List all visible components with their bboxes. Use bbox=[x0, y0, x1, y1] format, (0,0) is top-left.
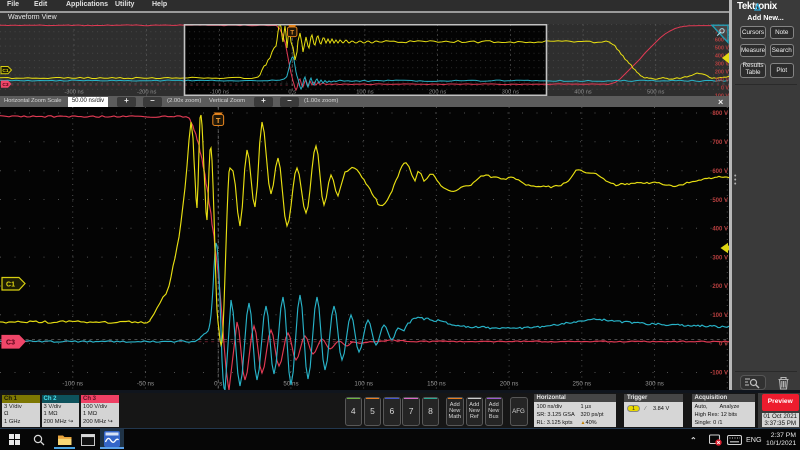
svg-text:500 V: 500 V bbox=[715, 46, 729, 52]
svg-text:600 V: 600 V bbox=[712, 169, 728, 175]
svg-text:500 ns: 500 ns bbox=[647, 90, 665, 96]
svg-text:100 ns: 100 ns bbox=[354, 381, 373, 388]
svg-text:200 V: 200 V bbox=[715, 70, 729, 76]
svg-text:500 V: 500 V bbox=[712, 198, 728, 204]
svg-text:T: T bbox=[290, 30, 294, 37]
svg-text:T: T bbox=[216, 116, 221, 125]
svg-text:C1: C1 bbox=[6, 282, 15, 289]
svg-text:-100 V: -100 V bbox=[713, 93, 729, 96]
svg-text:250 ns: 250 ns bbox=[573, 381, 592, 388]
svg-text:C3: C3 bbox=[2, 82, 8, 88]
svg-text:400 ns: 400 ns bbox=[574, 90, 592, 96]
svg-text:-50 ns: -50 ns bbox=[137, 381, 154, 388]
svg-text:200 V: 200 V bbox=[712, 284, 728, 290]
svg-text:0 V: 0 V bbox=[719, 342, 728, 348]
svg-text:100 V: 100 V bbox=[715, 78, 729, 84]
svg-text:300 V: 300 V bbox=[712, 256, 728, 262]
svg-text:200 ns: 200 ns bbox=[500, 381, 519, 388]
svg-text:700 V: 700 V bbox=[712, 140, 728, 146]
svg-text:-300 ns: -300 ns bbox=[64, 90, 83, 96]
svg-text:100 V: 100 V bbox=[712, 313, 728, 319]
svg-text:-200 ns: -200 ns bbox=[137, 90, 156, 96]
svg-text:300 V: 300 V bbox=[715, 62, 729, 68]
svg-text:150 ns: 150 ns bbox=[427, 381, 446, 388]
svg-text:C1: C1 bbox=[2, 68, 8, 74]
svg-text:400 V: 400 V bbox=[712, 227, 728, 233]
svg-text:300 ns: 300 ns bbox=[645, 381, 664, 388]
svg-text:800 V: 800 V bbox=[712, 111, 728, 117]
svg-text:0 s: 0 s bbox=[214, 381, 222, 388]
svg-text:-100 ns: -100 ns bbox=[62, 381, 83, 388]
svg-text:50 ns: 50 ns bbox=[283, 381, 298, 388]
svg-text:C3: C3 bbox=[6, 340, 15, 347]
svg-text:-100 V: -100 V bbox=[710, 371, 728, 377]
